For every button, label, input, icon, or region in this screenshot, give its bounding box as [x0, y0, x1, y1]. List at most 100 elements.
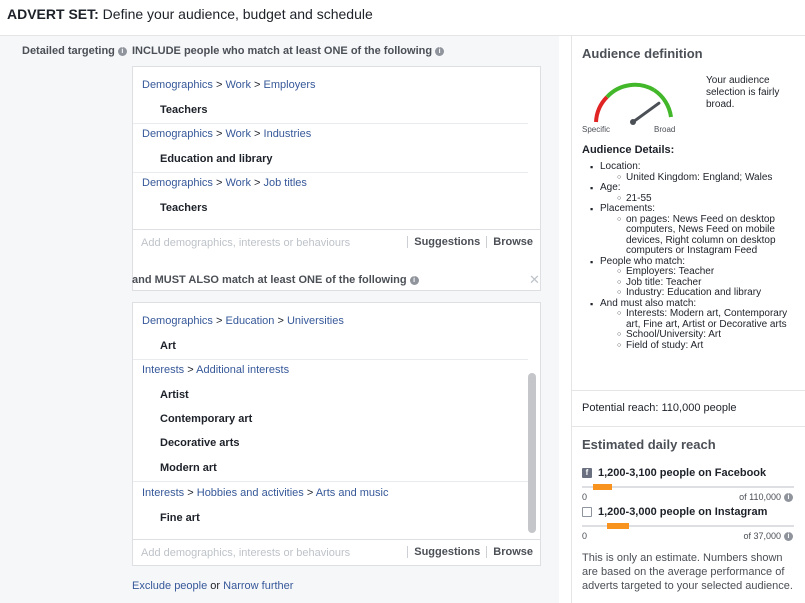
targeting-section: Detailed targeting i INCLUDE people who m… — [0, 36, 559, 603]
crumb-link[interactable]: Demographics — [142, 177, 213, 189]
audience-definition-title: Audience definition — [582, 46, 703, 61]
must-box: Demographics > Education > Universities … — [132, 302, 541, 566]
facebook-reach-min: 0 — [582, 492, 588, 502]
close-icon[interactable]: ✕ — [529, 272, 540, 288]
must-crumb-2: Interests > Additional interests — [142, 364, 289, 376]
facebook-reach-fill — [592, 484, 612, 490]
exclude-people-link[interactable]: Exclude people — [132, 580, 207, 592]
crumb-link[interactable]: Additional interests — [196, 364, 289, 376]
crumb-link[interactable]: Universities — [287, 315, 344, 327]
detail-location: Location: United Kingdom: England; Wales — [582, 161, 804, 184]
browse-button[interactable]: Browse — [493, 546, 533, 558]
facebook-reach-max: of 110,000 i — [739, 492, 793, 503]
must-term: Modern art — [160, 462, 217, 474]
crumb-link[interactable]: Work — [225, 177, 250, 189]
divider — [407, 546, 409, 559]
include-add-row: Add demographics, interests or behaviour… — [133, 229, 540, 255]
audience-gauge: Specific Broad — [582, 82, 675, 134]
divider — [133, 481, 528, 482]
suggestions-button[interactable]: Suggestions — [414, 236, 480, 248]
must-term: Art — [160, 340, 176, 352]
info-icon[interactable]: i — [435, 46, 445, 56]
detail-label: Age: — [600, 182, 621, 193]
crumb-sep: > — [215, 128, 223, 140]
gauge-broad-label: Broad — [654, 125, 675, 134]
detail-label: People who match: — [600, 255, 686, 267]
must-add-actions: Suggestions Browse — [401, 546, 533, 559]
detail-value: Field of study: Art — [617, 340, 804, 352]
detail-people-who-match: People who match: Employers: Teacher Job… — [582, 255, 804, 299]
instagram-reach-max-text: of 37,000 — [743, 531, 781, 541]
crumb-sep: > — [277, 315, 284, 327]
scrollbar-thumb[interactable] — [528, 373, 536, 533]
must-crumb-3: Interests > Hobbies and activities > Art… — [142, 487, 388, 499]
include-title: INCLUDE people who match at least ONE of… — [132, 45, 445, 57]
info-icon[interactable]: i — [784, 493, 793, 503]
must-title-text: and MUST ALSO match at least ONE of the … — [132, 274, 407, 286]
instagram-icon — [582, 507, 592, 518]
detail-value: on pages: News Feed on desktop computers… — [617, 214, 804, 257]
crumb-sep: > — [215, 79, 223, 91]
crumb-link[interactable]: Arts and music — [316, 487, 389, 499]
divider — [133, 123, 528, 124]
must-term: Decorative arts — [160, 437, 240, 449]
must-term: Fine art — [160, 512, 200, 524]
crumb-link[interactable]: Employers — [264, 79, 316, 91]
info-icon[interactable]: i — [409, 275, 419, 285]
crumb-link[interactable]: Interests — [142, 364, 184, 376]
include-term: Education and library — [160, 153, 273, 165]
divider — [407, 236, 409, 249]
crumb-link[interactable]: Work — [225, 79, 250, 91]
crumb-link[interactable]: Demographics — [142, 79, 213, 91]
gauge-hub — [630, 119, 636, 125]
crumb-link[interactable]: Education — [225, 315, 274, 327]
crumb-sep: > — [306, 487, 314, 499]
instagram-reach-bar — [582, 523, 794, 529]
detail-value: United Kingdom: England; Wales — [617, 172, 804, 184]
crumb-link[interactable]: Demographics — [142, 315, 213, 327]
crumb-link[interactable]: Work — [225, 128, 250, 140]
suggestions-button[interactable]: Suggestions — [414, 546, 480, 558]
must-add-row: Add demographics, interests or behaviour… — [133, 539, 540, 565]
facebook-reach-max-text: of 110,000 — [739, 492, 781, 502]
narrow-further-link[interactable]: Narrow further — [223, 580, 293, 592]
crumb-link[interactable]: Interests — [142, 487, 184, 499]
include-crumb-3: Demographics > Work > Job titles — [142, 177, 307, 189]
audience-details-list: Location: United Kingdom: England; Wales… — [582, 161, 804, 352]
must-crumb-1: Demographics > Education > Universities — [142, 315, 344, 327]
detailed-targeting-label: Detailed targeting i — [22, 45, 127, 57]
include-crumb-1: Demographics > Work > Employers — [142, 79, 315, 91]
crumb-sep: > — [187, 487, 194, 499]
divider — [133, 359, 528, 360]
crumb-link[interactable]: Hobbies and activities — [197, 487, 304, 499]
must-add-input[interactable]: Add demographics, interests or behaviour… — [141, 547, 350, 559]
facebook-reach-bar — [582, 484, 794, 490]
must-term: Contemporary art — [160, 413, 253, 425]
audience-details-title: Audience Details: — [582, 144, 675, 156]
include-crumb-2: Demographics > Work > Industries — [142, 128, 311, 140]
crumb-link[interactable]: Demographics — [142, 128, 213, 140]
crumb-sep: > — [215, 315, 223, 327]
header-prefix: ADVERT SET: — [7, 6, 99, 22]
crumb-link[interactable]: Industries — [264, 128, 312, 140]
must-title: and MUST ALSO match at least ONE of the … — [132, 274, 419, 286]
header-title: Define your audience, budget and schedul… — [98, 6, 373, 22]
info-icon[interactable]: i — [784, 532, 793, 542]
crumb-sep: > — [254, 79, 261, 91]
gauge-specific-label: Specific — [582, 125, 610, 134]
divider — [133, 172, 528, 173]
instagram-reach-min: 0 — [582, 531, 588, 541]
crumb-sep: > — [254, 177, 261, 189]
page-header: ADVERT SET: Define your audience, budget… — [0, 0, 805, 36]
detailed-targeting-text: Detailed targeting — [22, 45, 115, 57]
instagram-reach-fill — [607, 523, 629, 529]
info-icon[interactable]: i — [117, 46, 127, 56]
browse-button[interactable]: Browse — [493, 236, 533, 248]
crumb-link[interactable]: Job titles — [264, 177, 307, 189]
instagram-reach-max: of 37,000 i — [743, 531, 793, 542]
audience-summary: Your audience selection is fairly broad. — [706, 75, 780, 110]
include-box: Demographics > Work > Employers Teachers… — [132, 66, 541, 291]
include-add-input[interactable]: Add demographics, interests or behaviour… — [141, 237, 350, 249]
facebook-reach-label: 1,200-3,100 people on Facebook — [598, 467, 767, 479]
detail-must-also-match: And must also match: Interests: Modern a… — [582, 298, 804, 352]
